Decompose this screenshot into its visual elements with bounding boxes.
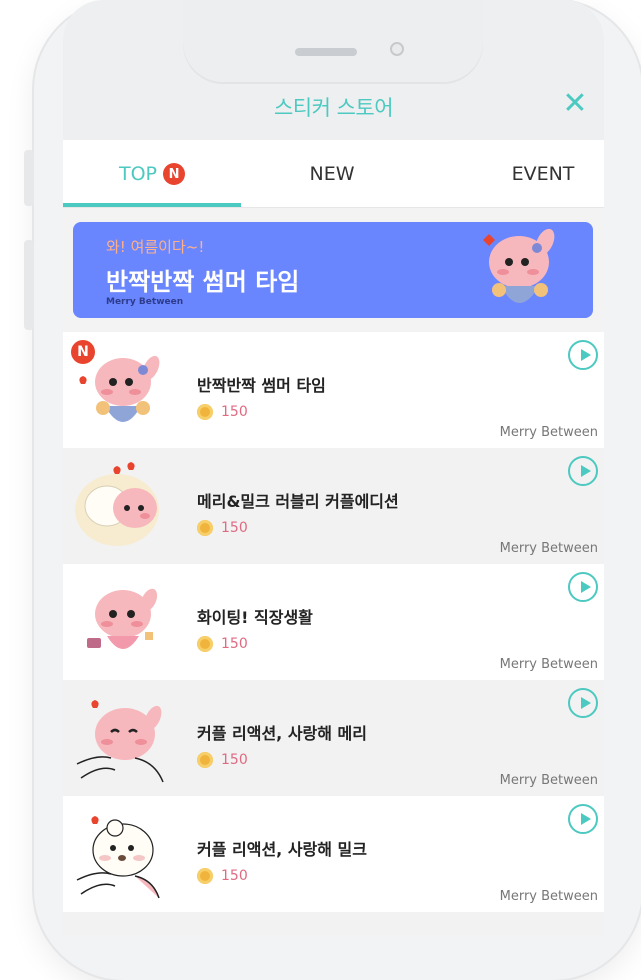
sticker-price: 150 [197, 752, 248, 768]
sticker-name: 반짝반짝 썸머 타임 [197, 376, 326, 395]
sticker-name: 메리&밀크 러블리 커플에디션 [197, 492, 399, 511]
sticker-name: 커플 리액션, 사랑해 메리 [197, 724, 367, 743]
app-screen: 스티커 스토어 ✕ TOP N NEW EVENT 와! 여름이다~! 반짝반짝… [63, 0, 604, 935]
brand-label: Merry Between [499, 773, 598, 788]
list-item[interactable]: 커플 리액션, 사랑해 메리 150 Merry Between [63, 680, 604, 796]
sticker-thumbnail-icon [76, 700, 164, 783]
speaker-icon [295, 48, 357, 56]
banner-area: 와! 여름이다~! 반짝반짝 썸머 타임 Merry Between [63, 208, 604, 332]
page-title: 스티커 스토어 [273, 96, 394, 120]
tab-top[interactable]: TOP N [63, 140, 241, 208]
active-tab-indicator [63, 203, 241, 207]
tab-new[interactable]: NEW [241, 140, 423, 208]
brand-label: Merry Between [499, 541, 598, 556]
coin-icon [197, 636, 213, 652]
phone-notch [183, 0, 483, 84]
sticker-thumbnail-icon [76, 816, 160, 899]
sticker-price: 150 [197, 868, 248, 884]
coin-icon [197, 404, 213, 420]
sticker-price: 150 [197, 636, 248, 652]
phone-side-button [24, 240, 34, 330]
sticker-price: 150 [197, 404, 248, 420]
play-preview-button[interactable] [568, 456, 598, 486]
price-value: 150 [221, 636, 248, 652]
coin-icon [197, 752, 213, 768]
play-preview-button[interactable] [568, 804, 598, 834]
top-bar: 스티커 스토어 ✕ [63, 0, 604, 140]
price-value: 150 [221, 520, 248, 536]
sticker-price: 150 [197, 520, 248, 536]
sticker-thumbnail-icon [75, 462, 159, 546]
sticker-name: 커플 리액션, 사랑해 밀크 [197, 840, 367, 859]
play-preview-button[interactable] [568, 340, 598, 370]
coin-icon [197, 868, 213, 884]
tab-top-label: TOP [118, 163, 158, 185]
sticker-character-icon [483, 228, 555, 303]
close-icon[interactable]: ✕ [557, 86, 593, 122]
brand-label: Merry Between [499, 425, 598, 440]
sticker-thumbnail-icon [87, 588, 158, 649]
banner-title: 반짝반짝 썸머 타임 [106, 268, 300, 296]
promo-banner[interactable]: 와! 여름이다~! 반짝반짝 썸머 타임 Merry Between [73, 222, 593, 318]
new-badge: N [163, 163, 186, 185]
tab-event-label: EVENT [511, 163, 575, 185]
tab-event[interactable]: EVENT [453, 140, 604, 208]
price-value: 150 [221, 752, 248, 768]
sticker-list: N 반짝반짝 썸머 타임 150 Merry Between 메리&밀크 러블리… [63, 332, 604, 935]
list-item[interactable]: 커플 리액션, 사랑해 밀크 150 Merry Between [63, 796, 604, 912]
price-value: 150 [221, 868, 248, 884]
list-item[interactable]: 메리&밀크 러블리 커플에디션 150 Merry Between [63, 448, 604, 564]
tab-bar: TOP N NEW EVENT [63, 140, 604, 208]
camera-icon [390, 42, 404, 56]
list-item[interactable] [63, 912, 604, 935]
price-value: 150 [221, 404, 248, 420]
list-item[interactable]: 화이팅! 직장생활 150 Merry Between [63, 564, 604, 680]
list-item[interactable]: N 반짝반짝 썸머 타임 150 Merry Between [63, 332, 604, 448]
play-preview-button[interactable] [568, 688, 598, 718]
sticker-name: 화이팅! 직장생활 [197, 608, 313, 627]
new-badge: N [71, 340, 95, 364]
coin-icon [197, 520, 213, 536]
banner-brand: Merry Between [106, 297, 184, 307]
brand-label: Merry Between [499, 889, 598, 904]
phone-side-button [24, 150, 34, 206]
tab-new-label: NEW [309, 163, 355, 185]
brand-label: Merry Between [499, 657, 598, 672]
banner-subtitle: 와! 여름이다~! [106, 238, 205, 256]
play-preview-button[interactable] [568, 572, 598, 602]
